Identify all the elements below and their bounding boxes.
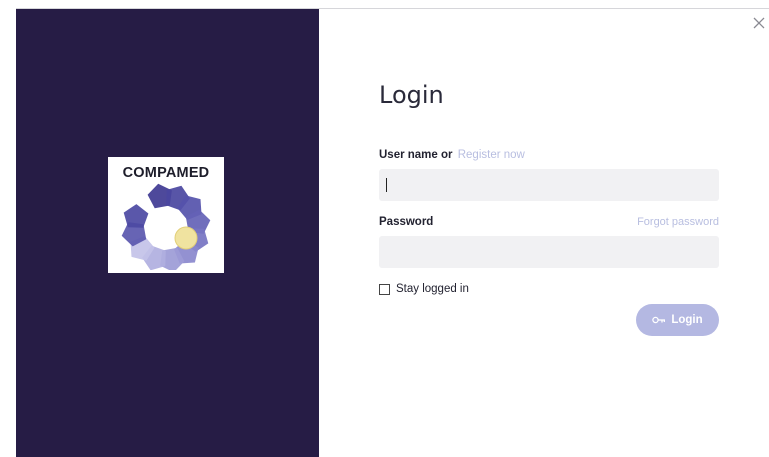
key-icon — [652, 316, 666, 324]
password-label: Password — [379, 216, 434, 228]
username-input[interactable] — [379, 169, 719, 201]
username-label: User name or Register now — [379, 149, 525, 161]
username-label-text: User name or — [379, 149, 453, 161]
password-input[interactable] — [379, 236, 719, 268]
text-cursor — [386, 178, 387, 192]
register-link[interactable]: Register now — [458, 149, 525, 161]
page-title: Login — [379, 81, 444, 109]
logo-wordmark: COMPAMED — [122, 165, 210, 181]
logo-ring-mark — [121, 183, 211, 270]
brand-panel: COMPAMED — [16, 9, 319, 457]
forgot-password-link[interactable]: Forgot password — [629, 216, 719, 228]
stay-logged-in-checkbox[interactable] — [379, 284, 390, 295]
stay-logged-in-label[interactable]: Stay logged in — [396, 283, 469, 295]
login-dialog: COMPAMED Login User name or Register now… — [0, 0, 769, 457]
logo-sun-circle — [174, 226, 198, 250]
login-form-panel: Login User name or Register now Password… — [319, 9, 769, 457]
compamed-logo: COMPAMED — [108, 157, 224, 273]
login-button[interactable]: Login — [636, 304, 719, 336]
close-icon[interactable] — [751, 15, 767, 31]
logo-ring-segment — [123, 204, 149, 228]
login-button-label: Login — [671, 314, 703, 326]
